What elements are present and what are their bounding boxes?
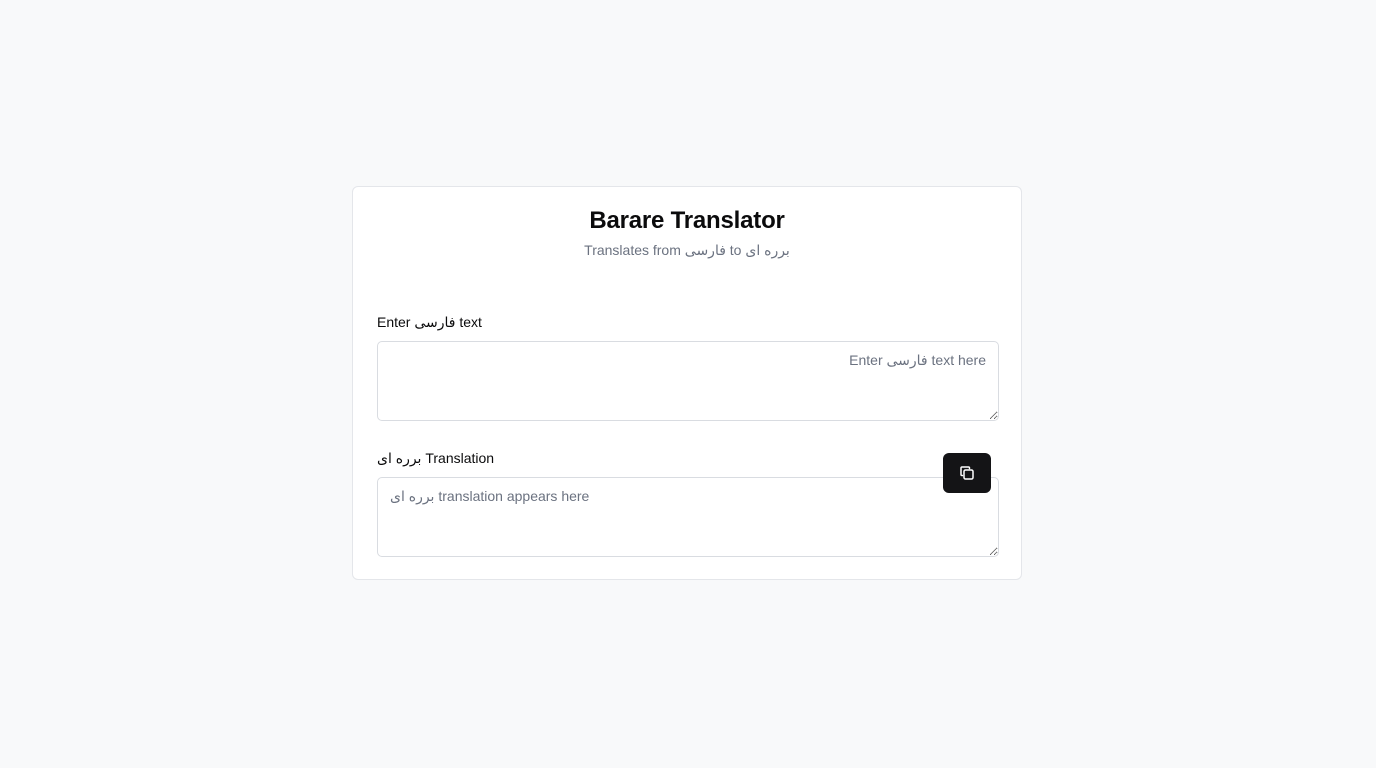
source-text-input[interactable]	[377, 341, 999, 421]
page-subtitle: Translates from فارسی to برره ای	[584, 242, 790, 258]
page-title: Barare Translator	[589, 207, 785, 234]
translation-output[interactable]	[377, 477, 999, 557]
translation-label: برره ای Translation	[377, 450, 495, 466]
source-text-label: Enter فارسی text	[377, 314, 482, 330]
copy-icon	[959, 465, 975, 481]
translator-card: Barare Translator Translates from فارسی …	[352, 186, 1022, 580]
copy-button[interactable]	[943, 453, 991, 493]
